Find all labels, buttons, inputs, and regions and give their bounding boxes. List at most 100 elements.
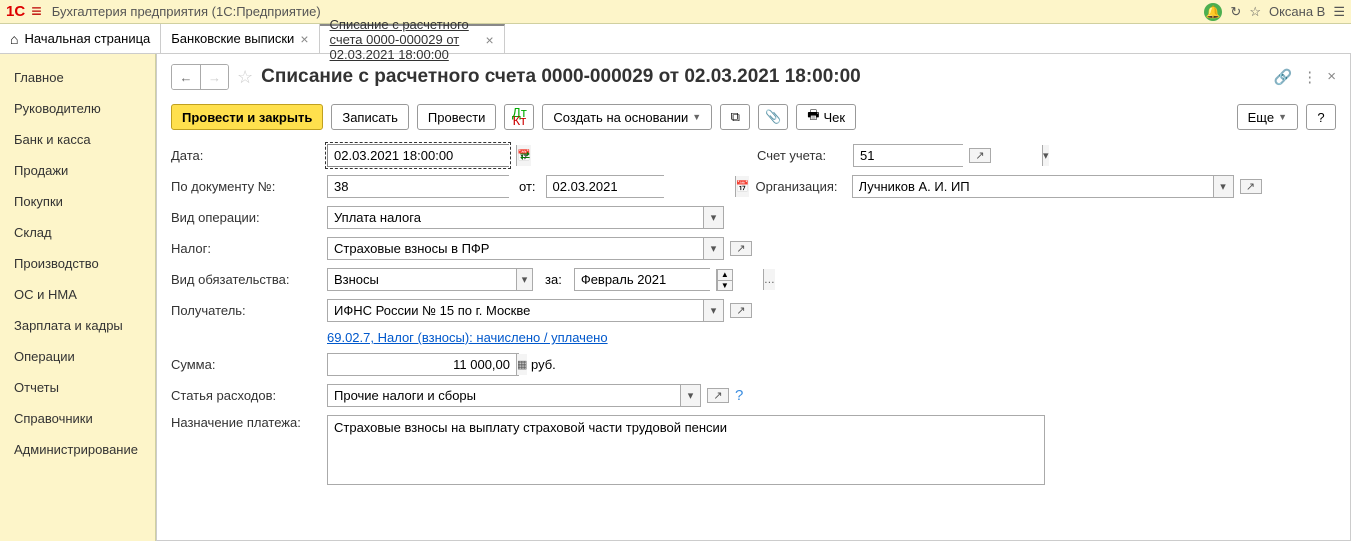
amount-input[interactable] [328,354,516,375]
recipient-input[interactable] [328,300,703,321]
optype-label: Вид операции: [171,210,321,225]
org-input[interactable] [853,176,1213,197]
open-icon: ↗ [970,149,990,162]
expense-field[interactable]: ▾ [327,384,701,407]
tab-document[interactable]: Списание с расчетного счета 0000-000029 … [320,24,505,53]
account-input[interactable] [854,145,1042,166]
date-label: Дата: [171,148,321,163]
purpose-label: Назначение платежа: [171,415,321,430]
account-open-button[interactable]: ↗ [969,148,991,163]
sidebar-item-reports[interactable]: Отчеты [0,372,155,403]
favorite-star-icon[interactable]: ☆ [237,67,253,88]
expense-input[interactable] [328,385,680,406]
tax-field[interactable]: ▾ [327,237,724,260]
save-button[interactable]: Записать [331,104,409,130]
tax-account-link[interactable]: 69.02.7, Налог (взносы): начислено / упл… [327,330,608,345]
period-field[interactable]: … [574,268,710,291]
transfer-icon[interactable]: ⮂ [515,146,535,166]
account-field[interactable]: ▾ [853,144,963,167]
settings-icon[interactable]: ☰ [1333,4,1345,20]
calculator-icon[interactable]: ▦ [516,354,527,375]
sidebar-item-main[interactable]: Главное [0,62,155,93]
dtkt-button[interactable]: ДтКт [504,104,534,130]
step-up-icon[interactable]: ▲ [718,270,732,280]
org-field[interactable]: ▾ [852,175,1234,198]
chevron-down-icon[interactable]: ▾ [1042,145,1049,166]
ellipsis-icon[interactable]: … [763,269,775,290]
bell-icon[interactable]: 🔔 [1204,3,1222,21]
currency-label: руб. [531,357,556,372]
open-icon: ↗ [1241,180,1261,193]
purpose-textarea[interactable] [327,415,1045,485]
chevron-down-icon[interactable]: ▾ [703,207,723,228]
post-and-close-button[interactable]: Провести и закрыть [171,104,323,130]
sidebar-item-warehouse[interactable]: Склад [0,217,155,248]
history-icon[interactable]: ↻ [1230,4,1241,20]
sidebar-item-manager[interactable]: Руководителю [0,93,155,124]
period-stepper[interactable]: ▲▼ [716,269,733,291]
recipient-field[interactable]: ▾ [327,299,724,322]
chevron-down-icon[interactable]: ▾ [516,269,532,290]
sidebar-item-catalogs[interactable]: Справочники [0,403,155,434]
help-button[interactable]: ? [1306,104,1336,130]
amount-field[interactable]: ▦ [327,353,519,376]
tax-input[interactable] [328,238,703,259]
amount-label: Сумма: [171,357,321,372]
org-open-button[interactable]: ↗ [1240,179,1262,194]
expense-open-button[interactable]: ↗ [707,388,729,403]
chevron-down-icon[interactable]: ▾ [703,300,723,321]
app-title: Бухгалтерия предприятия (1С:Предприятие) [52,4,321,19]
sidebar-item-sales[interactable]: Продажи [0,155,155,186]
period-input[interactable] [575,269,763,290]
sidebar-item-production[interactable]: Производство [0,248,155,279]
star-icon[interactable]: ☆ [1249,4,1261,20]
recipient-open-button[interactable]: ↗ [730,303,752,318]
sidebar-item-admin[interactable]: Администрирование [0,434,155,465]
step-down-icon[interactable]: ▼ [718,280,732,290]
more-button[interactable]: Еще ▼ [1237,104,1298,130]
tax-label: Налог: [171,241,321,256]
kebab-icon[interactable]: ⋮ [1302,68,1317,86]
sidebar-item-bank[interactable]: Банк и касса [0,124,155,155]
close-icon[interactable]: × [300,31,308,47]
date-field[interactable]: 📅 [327,144,509,167]
optype-field[interactable]: ▾ [327,206,724,229]
structure-button[interactable]: ⧉ [720,104,750,130]
expense-label: Статья расходов: [171,388,321,403]
link-icon[interactable]: 🔗 [1274,68,1293,86]
tab-bank-statements[interactable]: Банковские выписки × [161,24,319,53]
user-label: Оксана В [1269,4,1325,19]
close-icon[interactable]: × [486,32,494,48]
sidebar-item-hr[interactable]: Зарплата и кадры [0,310,155,341]
page-title: Списание с расчетного счета 0000-000029 … [261,66,861,88]
docnum-label: По документу №: [171,179,321,194]
help-icon[interactable]: ? [735,387,743,404]
tab-home[interactable]: ⌂ Начальная страница [0,24,161,53]
from-date-field[interactable]: 📅 [546,175,664,198]
sidebar-item-assets[interactable]: ОС и НМА [0,279,155,310]
optype-input[interactable] [328,207,703,228]
tax-open-button[interactable]: ↗ [730,241,752,256]
check-button[interactable]: 🖶 Чек [796,104,856,130]
docnum-input[interactable] [328,176,516,197]
calendar-icon[interactable]: 📅 [735,176,750,197]
obligation-field[interactable]: ▾ [327,268,533,291]
close-icon[interactable]: × [1327,68,1336,86]
titlebar-right: 🔔 ↻ ☆ Оксана В ☰ [1204,3,1345,21]
obligation-input[interactable] [328,269,516,290]
post-button[interactable]: Провести [417,104,497,130]
sidebar-item-purchases[interactable]: Покупки [0,186,155,217]
create-based-on-button[interactable]: Создать на основании ▼ [542,104,712,130]
chevron-down-icon[interactable]: ▾ [1213,176,1233,197]
sidebar-item-operations[interactable]: Операции [0,341,155,372]
tab-label: Банковские выписки [171,31,294,46]
menu-icon[interactable]: ≡ [31,1,42,22]
from-date-input[interactable] [547,176,735,197]
docnum-field[interactable] [327,175,509,198]
date-input[interactable] [328,145,516,166]
chevron-down-icon[interactable]: ▾ [703,238,723,259]
titlebar: 1C ≡ Бухгалтерия предприятия (1С:Предпри… [0,0,1351,24]
chevron-down-icon[interactable]: ▾ [680,385,700,406]
attach-button[interactable]: 📎 [758,104,788,130]
nav-back-button[interactable]: ← [172,65,200,89]
